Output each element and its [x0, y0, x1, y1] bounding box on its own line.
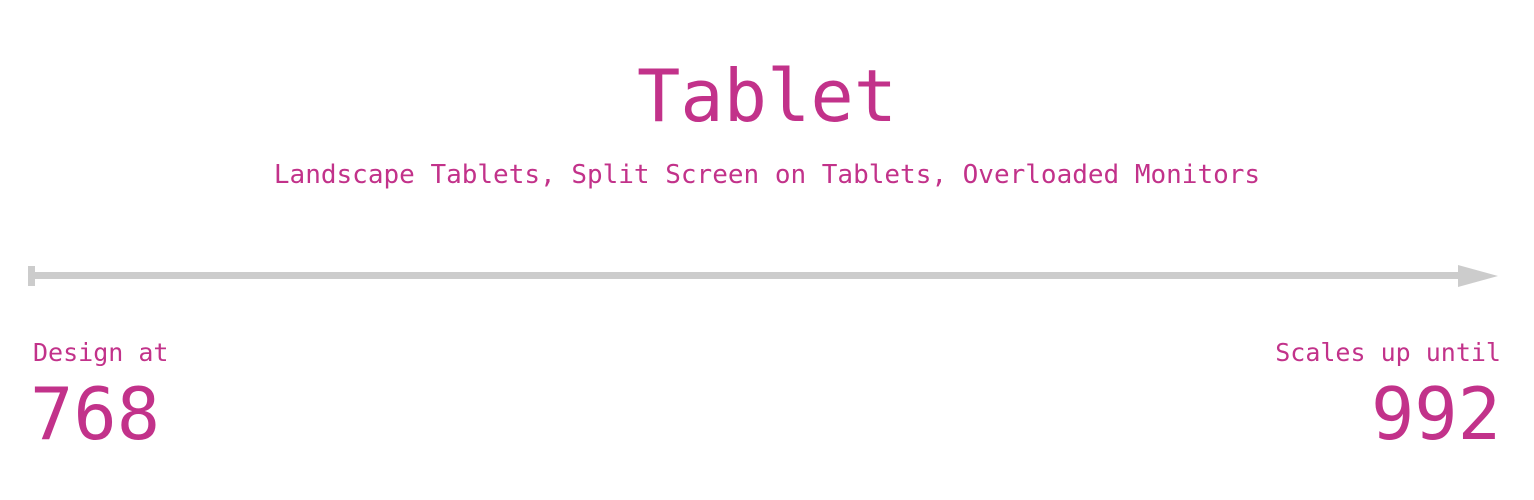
end-value: 992	[1370, 372, 1501, 456]
range-line	[28, 272, 1464, 279]
end-label: Scales up until	[1275, 338, 1501, 367]
start-value: 768	[30, 372, 161, 456]
range-arrowhead	[1458, 265, 1498, 287]
page-title: Tablet	[636, 54, 898, 138]
page-subtitle: Landscape Tablets, Split Screen on Table…	[273, 160, 1261, 190]
range-arrow	[28, 265, 1498, 287]
start-label: Design at	[33, 338, 169, 367]
